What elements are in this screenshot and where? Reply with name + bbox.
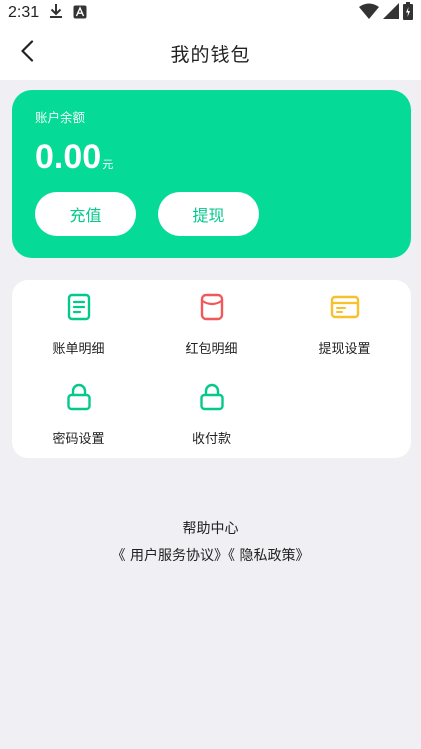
status-left: 2:31 — [8, 3, 87, 23]
menu-item-withdraw-settings[interactable]: 提现设置 — [278, 280, 411, 360]
menu-item-red-packet-details[interactable]: 红包明细 — [145, 280, 278, 360]
balance-card: 账户余额 0.00 元 充值 提现 — [12, 90, 411, 258]
menu-item-password-settings[interactable]: 密码设置 — [12, 370, 145, 450]
balance-amount-group: 0.00 元 — [35, 138, 113, 177]
recharge-button[interactable]: 充值 — [35, 192, 136, 236]
lock-icon — [197, 382, 227, 412]
withdraw-button[interactable]: 提现 — [158, 192, 259, 236]
nav-bar: 我的钱包 — [0, 26, 421, 80]
back-button[interactable] — [12, 38, 42, 68]
menu-item-label: 收付款 — [191, 432, 231, 447]
menu-item-label: 红包明细 — [185, 342, 238, 357]
menu-item-label: 提现设置 — [318, 342, 371, 357]
menu-item-bill-details[interactable]: 账单明细 — [12, 280, 145, 360]
lock-icon — [64, 382, 94, 412]
agreements-row: 《 用户服务协议》《 隐私政策》 — [0, 545, 421, 565]
status-right — [359, 2, 413, 24]
red-packet-icon — [197, 292, 227, 322]
status-bar: 2:31 — [0, 0, 421, 26]
help-center-link[interactable]: 帮助中心 — [0, 518, 421, 538]
balance-amount: 0.00 — [35, 138, 102, 176]
signal-icon — [383, 3, 399, 23]
user-agreement-link[interactable]: 《 用户服务协议》 — [112, 548, 228, 564]
menu-item-label: 密码设置 — [52, 432, 105, 447]
download-icon — [49, 3, 63, 23]
privacy-policy-link[interactable]: 《 隐私政策》 — [228, 548, 309, 564]
wifi-icon — [359, 3, 379, 23]
card-icon — [330, 292, 360, 322]
a-notification-icon — [73, 4, 87, 23]
status-time: 2:31 — [8, 4, 40, 21]
battery-icon — [403, 2, 413, 24]
chevron-left-icon — [20, 40, 34, 66]
page-title: 我的钱包 — [170, 43, 251, 66]
menu-item-label: 账单明细 — [52, 342, 105, 357]
balance-unit: 元 — [102, 158, 114, 171]
bill-icon — [64, 292, 94, 322]
menu-card: 账单明细 红包明细 提现设置 密码设置 收付款 — [12, 280, 411, 458]
balance-label: 账户余额 — [35, 110, 86, 125]
menu-item-collect-pay[interactable]: 收付款 — [145, 370, 278, 450]
